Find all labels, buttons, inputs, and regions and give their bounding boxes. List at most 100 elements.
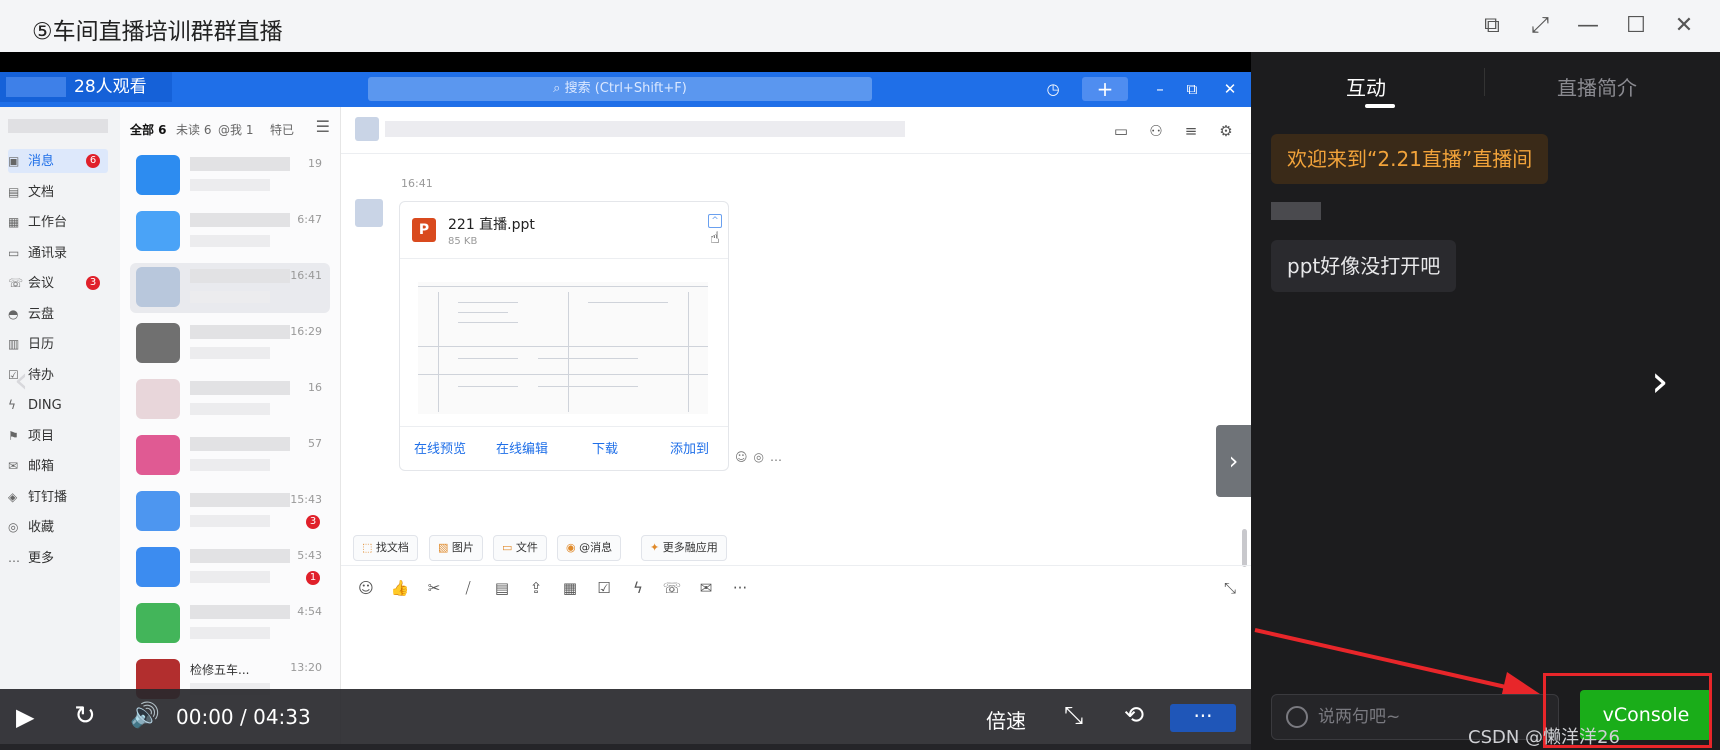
nav-item: ▦ 工作台 bbox=[8, 210, 67, 234]
chat-name-blur bbox=[190, 549, 290, 563]
app-minimize-icon: – bbox=[1156, 80, 1164, 98]
close-button[interactable]: ✕ bbox=[1668, 10, 1700, 42]
ppt-preview-thumbnail bbox=[418, 282, 708, 414]
more-options-button[interactable]: ··· bbox=[1170, 704, 1236, 732]
speed-button[interactable]: 倍速 bbox=[986, 705, 1026, 734]
chat-list-item: 19 bbox=[130, 151, 330, 201]
live-logo-icon bbox=[6, 77, 66, 97]
rotate-icon[interactable]: ⟲ bbox=[1124, 701, 1144, 729]
tab-live-intro[interactable]: 直播简介 bbox=[1557, 72, 1637, 101]
nav-item-label: 邮箱 bbox=[28, 459, 55, 474]
next-arrow-icon[interactable]: › bbox=[1651, 356, 1669, 407]
calendar-icon: ▦ bbox=[562, 579, 578, 597]
nav-icon: ▤ bbox=[8, 184, 20, 199]
message-time: 16:41 bbox=[401, 177, 433, 190]
chat-avatar bbox=[136, 547, 180, 587]
nav-icon: ✉ bbox=[8, 459, 19, 473]
folder-icon: ▭ bbox=[1113, 122, 1129, 140]
nav-icon: ◓ bbox=[8, 306, 19, 321]
chat-time: 6:47 bbox=[297, 213, 322, 226]
nav-icon: ☏ bbox=[8, 276, 24, 290]
viewer-count-badge: 28人观看 bbox=[0, 72, 172, 102]
nav-icon: ▦ bbox=[8, 215, 20, 229]
chat-preview-blur bbox=[190, 347, 270, 359]
nav-item: ☏ 会议 3 bbox=[8, 271, 100, 295]
fullscreen-icon[interactable]: ⤡ bbox=[1064, 701, 1083, 729]
chat-name-blur bbox=[190, 269, 290, 283]
volume-icon[interactable]: 🔊 bbox=[130, 701, 160, 729]
nav-item: ▣ 消息 6 bbox=[8, 149, 108, 173]
chip-icon: ✦ bbox=[650, 541, 663, 554]
nav-item: ◎ 收藏 bbox=[8, 515, 54, 539]
nav-badge: 3 bbox=[86, 276, 100, 290]
slash-command-icon: ⧸ bbox=[465, 579, 471, 597]
chat-list-item: 57 bbox=[130, 431, 330, 481]
video-player-controls: ▶ ↻ 🔊 00:00 / 04:33 倍速 ⤡ ⟲ ··· bbox=[0, 689, 1251, 750]
nav-icon: ▭ bbox=[8, 245, 20, 260]
chat-name-blur bbox=[190, 157, 290, 171]
header-divider bbox=[341, 153, 1251, 154]
maximize-button[interactable]: ☐ bbox=[1620, 10, 1652, 42]
conversation-list: 全部 6 未读 6 @我 1 特已 ☰ 19 6:47 16:41 16:29 16 57 15:… bbox=[120, 107, 341, 744]
nav-item-label: 钉钉播 bbox=[28, 489, 68, 505]
nav-icon: ▥ bbox=[8, 337, 20, 351]
sender-name-blur bbox=[1271, 202, 1321, 220]
interaction-panel: 互动 直播简介 欢迎来到“2.21直播”直播间 ppt好像没打开吧 › 说两句吧… bbox=[1251, 52, 1720, 750]
chat-preview-blur bbox=[190, 571, 270, 583]
nav-item: ⚑ 项目 bbox=[8, 424, 54, 448]
chip-icon: ▧ bbox=[438, 541, 452, 554]
nav-item-label: 收藏 bbox=[28, 520, 55, 535]
nav-icon: ▣ bbox=[8, 154, 20, 168]
minimize-button[interactable]: — bbox=[1572, 10, 1604, 42]
nav-item-label: 会议 bbox=[28, 276, 55, 291]
chat-name-blur bbox=[190, 605, 290, 619]
viewer-count: 28人观看 bbox=[74, 77, 147, 97]
nav-icon: ⚑ bbox=[8, 428, 19, 443]
list-menu-icon: ☰ bbox=[315, 117, 330, 136]
app-close-icon: ✕ bbox=[1223, 80, 1237, 98]
group-avatar bbox=[355, 117, 379, 141]
chat-time: 16 bbox=[308, 381, 322, 394]
sender-avatar bbox=[355, 199, 383, 227]
history-icon: ◷ bbox=[1046, 80, 1060, 98]
replay-icon[interactable]: ↻ bbox=[74, 701, 96, 731]
chat-time: 13:20 bbox=[290, 661, 322, 674]
chat-time: 16:29 bbox=[290, 325, 322, 338]
file-message-card: P 221 直播.ppt 85 KB ^ ☝ 在线预览 在线编辑 下载 添加到 bbox=[399, 201, 729, 471]
emoji-icon[interactable] bbox=[1286, 706, 1308, 728]
chat-time: 15:43 bbox=[290, 493, 322, 506]
window-title-bar: ⑤车间直播培训群群直播 ⧉ ⤢ — ☐ ✕ bbox=[0, 0, 1720, 53]
more-tools-icon: ··· bbox=[732, 579, 748, 597]
chat-name: 检修五车... bbox=[190, 663, 250, 677]
play-button[interactable]: ▶ bbox=[16, 703, 34, 731]
list-tab: 特已 bbox=[270, 123, 295, 137]
active-tab-indicator bbox=[1365, 104, 1395, 108]
chat-avatar bbox=[136, 211, 180, 251]
chip-label: @消息 bbox=[579, 541, 613, 554]
nav-item: … 更多 bbox=[8, 546, 54, 570]
app-search-bar: ⌕ 搜索 (Ctrl+Shift+F) bbox=[368, 77, 872, 101]
live-video-area[interactable]: 28人观看 ⌕ 搜索 (Ctrl+Shift+F) ◷ + – ⧉ ✕ ▣ 消息 6… bbox=[0, 52, 1251, 750]
nav-item-label: 项目 bbox=[28, 428, 55, 444]
fullscreen-icon[interactable]: ⤢ bbox=[1524, 10, 1556, 42]
chat-list-item: 4:54 bbox=[130, 599, 330, 649]
prev-slide-arrow-icon[interactable]: ‹ bbox=[14, 360, 28, 401]
file-action-link: 下载 bbox=[592, 442, 619, 457]
chat-list-item: 5:43 1 bbox=[130, 543, 330, 593]
message-actions-icons: ☺◎… bbox=[735, 450, 788, 464]
add-member-icon: ⚇ bbox=[1149, 122, 1163, 140]
quick-action-chip: ◉ @消息 bbox=[557, 535, 622, 561]
chat-avatar bbox=[136, 379, 180, 419]
tab-interaction[interactable]: 互动 bbox=[1346, 72, 1386, 101]
mail-icon: ✉ bbox=[699, 579, 713, 597]
next-slide-button[interactable]: › bbox=[1216, 425, 1251, 497]
shared-screen-dingtalk: 28人观看 ⌕ 搜索 (Ctrl+Shift+F) ◷ + – ⧉ ✕ ▣ 消息 6… bbox=[0, 72, 1251, 744]
chip-icon: ▭ bbox=[502, 541, 516, 554]
nav-item-label: 云盘 bbox=[28, 306, 55, 322]
chip-label: 图片 bbox=[451, 541, 474, 554]
picture-in-picture-icon[interactable]: ⧉ bbox=[1476, 10, 1508, 42]
nav-item-label: 消息 bbox=[28, 154, 55, 169]
nav-item: ◓ 云盘 bbox=[8, 302, 54, 326]
chat-name-blur bbox=[190, 325, 290, 339]
chat-time: 5:43 bbox=[297, 549, 322, 562]
